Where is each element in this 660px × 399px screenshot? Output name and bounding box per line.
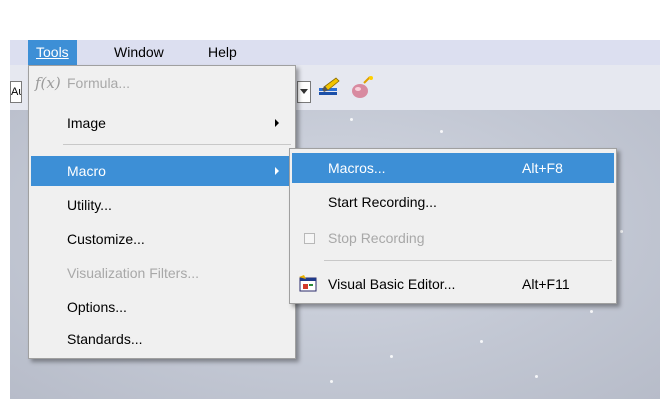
submenu-separator	[324, 260, 612, 261]
sparkle	[440, 130, 443, 133]
menu-window-label: Window	[114, 44, 164, 60]
sparkle	[620, 230, 623, 233]
menu-help-label: Help	[208, 44, 237, 60]
chevron-right-icon	[275, 119, 279, 127]
submenu-item-start-recording[interactable]: Start Recording...	[292, 187, 614, 217]
chevron-right-icon	[275, 167, 279, 175]
submenu-item-macros[interactable]: Macros... Alt+F8	[292, 153, 614, 183]
window-top-area	[0, 0, 660, 40]
sparkle	[330, 380, 333, 383]
sparkle	[390, 355, 393, 358]
menu-separator	[63, 144, 291, 145]
submenu-item-stop-recording[interactable]: Stop Recording	[292, 223, 614, 253]
menu-bar: Tools Window Help	[10, 40, 660, 65]
menu-item-formula-label: Formula...	[67, 75, 131, 91]
sparkle	[590, 310, 593, 313]
sparkle	[535, 375, 538, 378]
submenu-item-start-recording-label: Start Recording...	[328, 194, 437, 210]
window-left-edge	[0, 40, 10, 399]
toolbar-font-combo-text: Au	[11, 86, 21, 98]
submenu-item-macros-label: Macros...	[328, 160, 386, 176]
submenu-item-stop-recording-label: Stop Recording	[328, 230, 425, 246]
menu-item-macro[interactable]: Macro	[31, 156, 293, 186]
sparkle	[350, 118, 353, 121]
menu-tools-label: Tools	[36, 44, 69, 60]
menu-item-image-label: Image	[67, 115, 106, 131]
tools-menu: f(x) Formula... Image Macro Utility... C…	[28, 65, 296, 359]
fx-icon: f(x)	[35, 74, 61, 92]
submenu-item-visual-basic-editor[interactable]: Visual Basic Editor... Alt+F11	[292, 269, 614, 299]
menu-window[interactable]: Window	[106, 40, 172, 65]
menu-item-customize[interactable]: Customize...	[31, 224, 293, 254]
menu-item-options[interactable]: Options...	[31, 292, 293, 322]
menu-item-macro-label: Macro	[67, 163, 106, 179]
sparkle	[480, 340, 483, 343]
toolbar-combo-dropdown[interactable]	[297, 81, 311, 103]
menu-item-image[interactable]: Image	[31, 108, 293, 138]
menu-item-visualization-filters-label: Visualization Filters...	[67, 265, 200, 281]
menu-item-customize-label: Customize...	[67, 231, 145, 247]
submenu-item-visual-basic-editor-label: Visual Basic Editor...	[328, 276, 456, 292]
menu-item-options-label: Options...	[67, 299, 127, 315]
chevron-down-icon	[300, 89, 308, 94]
menu-help[interactable]: Help	[200, 40, 245, 65]
macro-submenu: Macros... Alt+F8 Start Recording... Stop…	[289, 148, 617, 304]
submenu-item-visual-basic-editor-shortcut: Alt+F11	[522, 276, 570, 292]
toolbar-font-combo[interactable]: Au	[10, 81, 22, 103]
paint-brush-icon[interactable]	[316, 75, 342, 101]
checkbox-icon	[304, 233, 315, 244]
menu-item-utility[interactable]: Utility...	[31, 190, 293, 220]
menu-item-standards[interactable]: Standards...	[31, 324, 293, 354]
menu-item-standards-label: Standards...	[67, 331, 143, 347]
menu-item-utility-label: Utility...	[67, 197, 112, 213]
menu-item-visualization-filters[interactable]: Visualization Filters...	[31, 258, 293, 288]
submenu-item-macros-shortcut: Alt+F8	[522, 160, 563, 176]
macro-ball-icon[interactable]	[349, 75, 375, 101]
menu-item-formula[interactable]: f(x) Formula...	[31, 68, 293, 98]
menu-tools[interactable]: Tools	[28, 40, 77, 65]
vba-editor-icon	[299, 275, 317, 292]
